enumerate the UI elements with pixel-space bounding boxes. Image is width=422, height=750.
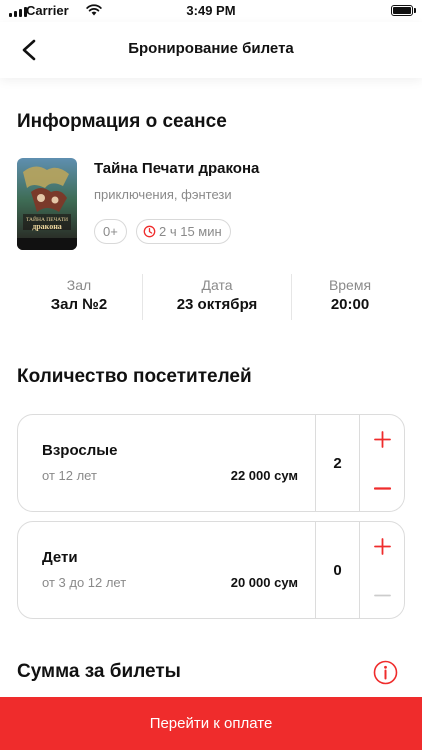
visitors-section-title: Количество посетителей	[17, 366, 252, 387]
plus-icon	[373, 537, 391, 555]
date-label: Дата	[201, 277, 233, 293]
minus-icon	[373, 486, 391, 490]
date-info: Дата 23 октября	[146, 277, 288, 317]
poster-title-line2: дракона	[32, 222, 62, 231]
nav-bar: Бронирование билета	[0, 22, 422, 78]
minus-icon	[373, 594, 391, 596]
time-label: Время	[328, 277, 372, 293]
chevron-left-icon[interactable]	[14, 36, 44, 64]
ticket-price: 20 000 сум	[230, 575, 298, 590]
battery-tip	[414, 8, 416, 13]
pay-button[interactable]: Перейти к оплате	[0, 697, 422, 750]
booking-screen: Carrier 3:49 PM Бронирование билета Инфо…	[0, 0, 422, 750]
ticket-age-range: от 12 лет	[42, 468, 97, 483]
status-bar: Carrier 3:49 PM	[0, 0, 422, 22]
ticket-price: 22 000 сум	[230, 468, 298, 483]
duration-badge: 2 ч 15 мин	[136, 219, 231, 244]
hall-label: Зал	[66, 277, 92, 293]
duration-label: 2 ч 15 мин	[159, 224, 222, 239]
ticket-age-range: от 3 до 12 лет	[42, 575, 127, 590]
session-section-title: Информация о сеансе	[17, 111, 227, 132]
time-info: Время 20:00	[295, 277, 405, 317]
hall-value: Зал №2	[50, 296, 108, 313]
status-time: 3:49 PM	[186, 3, 236, 18]
ticket-count-cell: 2	[315, 415, 360, 511]
page-title: Бронирование билета	[128, 40, 294, 57]
movie-title: Тайна Печати дракона	[94, 160, 260, 177]
plus-icon	[373, 430, 391, 448]
increase-adults-button[interactable]	[359, 415, 404, 463]
info-circle-icon[interactable]	[373, 660, 398, 685]
age-rating-label: 0+	[103, 224, 118, 239]
ticket-count-cell: 0	[315, 522, 360, 618]
pay-button-label: Перейти к оплате	[149, 715, 273, 732]
ticket-count: 2	[333, 454, 342, 472]
clock-icon	[143, 225, 156, 238]
movie-poster[interactable]: ТАЙНА ПЕЧАТИ дракона	[17, 158, 77, 250]
ticket-type-name: Дети	[42, 549, 78, 566]
decrease-adults-button[interactable]	[359, 464, 404, 511]
hall-info: Зал Зал №2	[20, 277, 138, 317]
sum-section-title: Сумма за билеты	[17, 661, 181, 682]
increase-children-button[interactable]	[359, 522, 404, 570]
ticket-card-adults: Взрослые от 12 лет 22 000 сум 2	[17, 414, 405, 512]
ticket-card-children: Дети от 3 до 12 лет 20 000 сум 0	[17, 521, 405, 619]
time-value: 20:00	[330, 296, 370, 313]
ticket-count: 0	[333, 561, 342, 579]
info-divider	[142, 274, 143, 320]
info-divider	[291, 274, 292, 320]
ticket-type-name: Взрослые	[42, 442, 118, 459]
age-rating-badge: 0+	[94, 219, 127, 244]
date-value: 23 октября	[176, 296, 258, 313]
movie-genres: приключения, фэнтези	[94, 187, 232, 202]
battery-icon	[391, 5, 413, 16]
decrease-children-button[interactable]	[359, 571, 404, 618]
